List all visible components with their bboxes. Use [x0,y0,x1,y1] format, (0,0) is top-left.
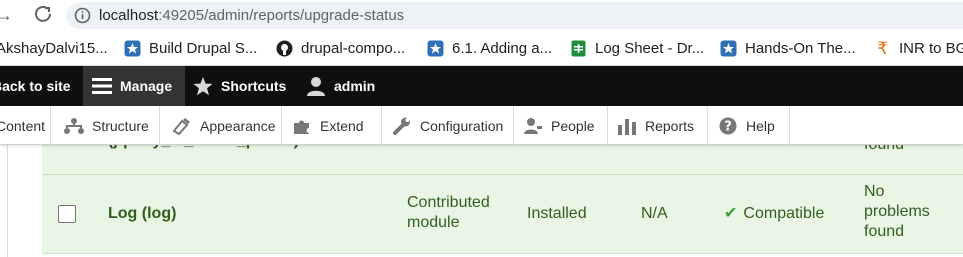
check-icon: ✔ [724,205,738,222]
install-status: Installed [527,205,587,222]
user-icon [307,77,325,96]
address-bar[interactable]: localhost:49205/admin/reports/upgrade-st… [66,2,963,29]
paintbrush-icon [172,117,190,135]
svg-text:?: ? [724,119,732,134]
manage-tab[interactable]: Manage [83,66,185,106]
bookmarks-bar: AkshayDalvi15... Build Drupal S... drupa… [0,31,963,66]
drupal-icon [427,40,444,56]
drupal-icon [720,40,737,56]
people-icon [524,117,542,134]
bookmark-item[interactable]: ₹ INR to BG [874,38,963,58]
bookmark-item[interactable]: Hands-On The... [720,38,856,58]
bookmark-item[interactable]: Build Drupal S... [124,38,257,58]
row-select-checkbox[interactable] [58,205,76,223]
tray-item-help[interactable]: ? Help [708,106,790,145]
tray-item-reports[interactable]: Reports [608,106,708,145]
browser-address-row: → localhost:49205/admin/reports/upgrade-… [0,0,963,31]
tray-item-content[interactable]: Content [0,106,51,145]
report-table: (jquery_ui_touch_punch) module found Log… [0,126,963,257]
url-text: localhost:49205/admin/reports/upgrade-st… [99,7,405,24]
tray-item-structure[interactable]: Structure [51,106,160,145]
project-name[interactable]: Log (log) [108,204,176,224]
help-icon: ? [719,117,737,134]
bookmark-item[interactable]: AkshayDalvi15... [0,38,108,58]
rupee-icon: ₹ [877,38,888,58]
tray-item-extend[interactable]: Extend [282,106,382,145]
user-tab[interactable]: admin [306,66,375,106]
shortcuts-tab[interactable]: Shortcuts [193,66,286,106]
result-text: No problems found [864,183,930,240]
divider [7,145,8,257]
forward-arrow-icon[interactable]: → [0,5,14,25]
wrench-icon [393,117,410,135]
bookmark-item[interactable]: 6.1. Adding a... [427,38,552,58]
drupal-icon [124,40,141,56]
admin-tray: Content Structure Appearance Extend Conf… [0,106,963,145]
reload-icon[interactable] [33,5,53,25]
tray-item-configuration[interactable]: Configuration [382,106,514,145]
version: N/A [641,205,668,222]
bar-chart-icon [618,118,636,135]
tray-item-appearance[interactable]: Appearance [160,106,282,145]
star-icon [193,76,213,95]
left-gutter [0,145,42,257]
tray-item-people[interactable]: People [514,106,608,145]
project-type: Contributed module [407,194,490,231]
table-row: Log (log) Contributed module Installed N/… [42,175,963,254]
github-icon [276,40,293,56]
site-info-icon[interactable] [74,7,91,24]
puzzle-icon [294,120,309,134]
back-to-site-link[interactable]: Back to site [0,66,71,106]
hamburger-icon [92,78,112,94]
admin-toolbar: Back to site Manage Shortcuts admin [0,66,963,106]
bookmark-item[interactable]: Log Sheet - Dr... [570,38,704,58]
structure-icon [64,117,84,134]
bookmark-item[interactable]: drupal-compo... [276,38,405,58]
sheets-icon [571,40,586,56]
compatibility: ✔ Compatible [724,205,825,222]
